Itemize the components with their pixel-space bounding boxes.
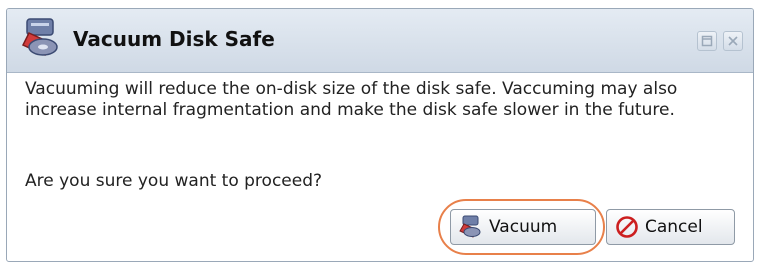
disk-safe-icon (21, 18, 58, 56)
dialog-message: Vacuuming will reduce the on-disk size o… (25, 79, 678, 120)
vacuum-button[interactable]: Vacuum (450, 209, 596, 245)
vacuum-button-label: Vacuum (489, 217, 558, 237)
maximize-button[interactable] (697, 31, 717, 51)
maximize-icon (701, 35, 713, 47)
cancel-button[interactable]: Cancel (606, 209, 735, 245)
cancel-icon (616, 216, 638, 238)
dialog-titlebar[interactable]: Vacuum Disk Safe (7, 9, 753, 73)
vacuum-disk-safe-dialog: Vacuum Disk Safe Vacuuming will reduce t… (6, 8, 754, 262)
cancel-button-label: Cancel (645, 217, 703, 237)
close-icon (728, 36, 738, 46)
confirmation-question: Are you sure you want to proceed? (25, 171, 323, 191)
dialog-body: Vacuuming will reduce the on-disk size o… (25, 79, 737, 191)
dialog-title: Vacuum Disk Safe (73, 27, 275, 51)
close-button[interactable] (723, 31, 743, 51)
disk-safe-icon (459, 215, 481, 238)
